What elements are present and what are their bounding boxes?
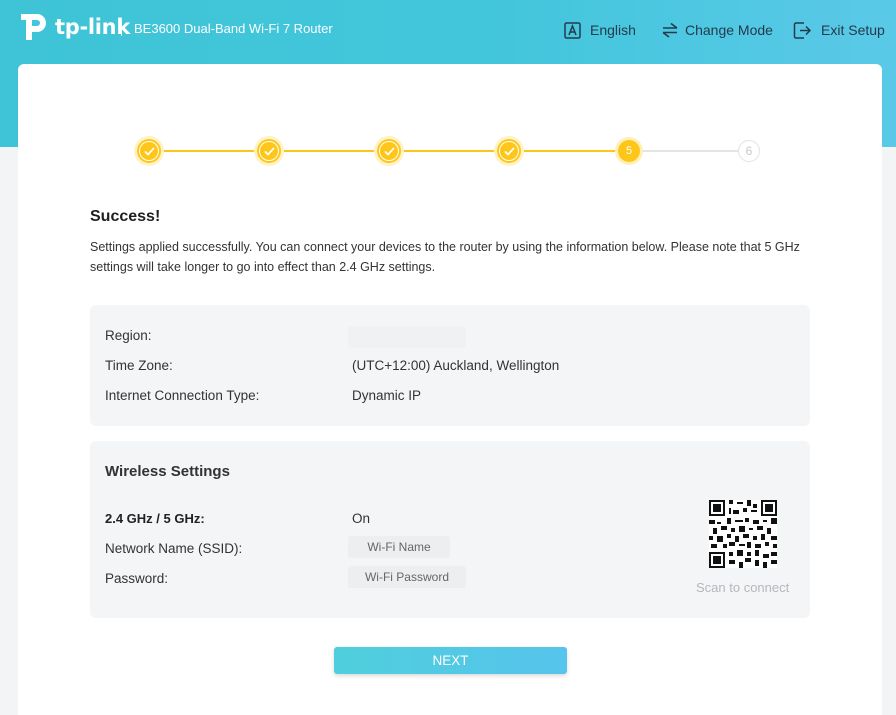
language-selector[interactable]: English xyxy=(564,19,636,41)
change-mode-button[interactable]: Change Mode xyxy=(661,19,773,41)
exit-setup-button[interactable]: Exit Setup xyxy=(793,19,885,41)
step-5-current: 5 xyxy=(618,140,640,162)
timezone-value: (UTC+12:00) Auckland, Wellington xyxy=(352,358,560,373)
checkmark-icon xyxy=(383,146,395,156)
next-button[interactable]: NEXT xyxy=(334,647,567,674)
qr-code-icon xyxy=(709,500,777,568)
product-name: BE3600 Dual-Band Wi-Fi 7 Router xyxy=(134,21,333,36)
checkmark-icon xyxy=(143,146,155,156)
success-description: Settings applied successfully. You can c… xyxy=(90,240,800,274)
scan-to-connect-label: Scan to connect xyxy=(696,580,790,595)
connection-type-value: Dynamic IP xyxy=(352,388,422,403)
connection-summary-panel: Region: Time Zone: (UTC+12:00) Auckland,… xyxy=(90,305,810,426)
step-connector xyxy=(630,150,738,152)
step-4-complete xyxy=(497,139,521,163)
connection-type-label: Internet Connection Type: xyxy=(105,388,260,403)
password-value: Wi-Fi Password xyxy=(348,566,466,588)
logo-text: tp-link xyxy=(55,15,130,39)
checkmark-icon xyxy=(503,146,515,156)
exit-setup-label: Exit Setup xyxy=(821,22,885,38)
step-connector xyxy=(510,150,618,152)
region-value xyxy=(348,326,466,348)
step-3-complete xyxy=(377,139,401,163)
page-title: Success! xyxy=(90,208,161,225)
language-label: English xyxy=(590,22,636,38)
step-2-complete xyxy=(257,139,281,163)
ssid-label: Network Name (SSID): xyxy=(105,541,243,556)
ssid-value: Wi-Fi Name xyxy=(348,536,450,558)
timezone-label: Time Zone: xyxy=(105,358,173,373)
tp-link-logo-icon xyxy=(21,14,46,40)
region-label: Region: xyxy=(105,328,152,343)
checkmark-icon xyxy=(263,146,275,156)
step-6-pending: 6 xyxy=(738,140,760,162)
exit-icon xyxy=(793,21,812,40)
language-icon xyxy=(564,21,581,39)
setup-card: 5 6 Success! Settings applied successful… xyxy=(18,64,882,715)
band-label: 2.4 GHz / 5 GHz: xyxy=(105,511,205,526)
wireless-settings-panel: Wireless Settings 2.4 GHz / 5 GHz: On Ne… xyxy=(90,441,810,618)
band-value: On xyxy=(352,511,371,526)
tp-link-logo[interactable]: tp-link xyxy=(17,9,130,45)
header-divider xyxy=(121,22,122,36)
change-mode-label: Change Mode xyxy=(685,22,773,38)
step-connector xyxy=(270,150,378,152)
password-label: Password: xyxy=(105,571,169,586)
wireless-settings-title: Wireless Settings xyxy=(105,463,230,480)
step-connector xyxy=(150,150,258,152)
step-1-complete xyxy=(137,139,161,163)
top-header: tp-link BE3600 Dual-Band Wi-Fi 7 Router … xyxy=(0,0,896,60)
step-connector xyxy=(390,150,498,152)
swap-arrows-icon xyxy=(661,22,679,38)
